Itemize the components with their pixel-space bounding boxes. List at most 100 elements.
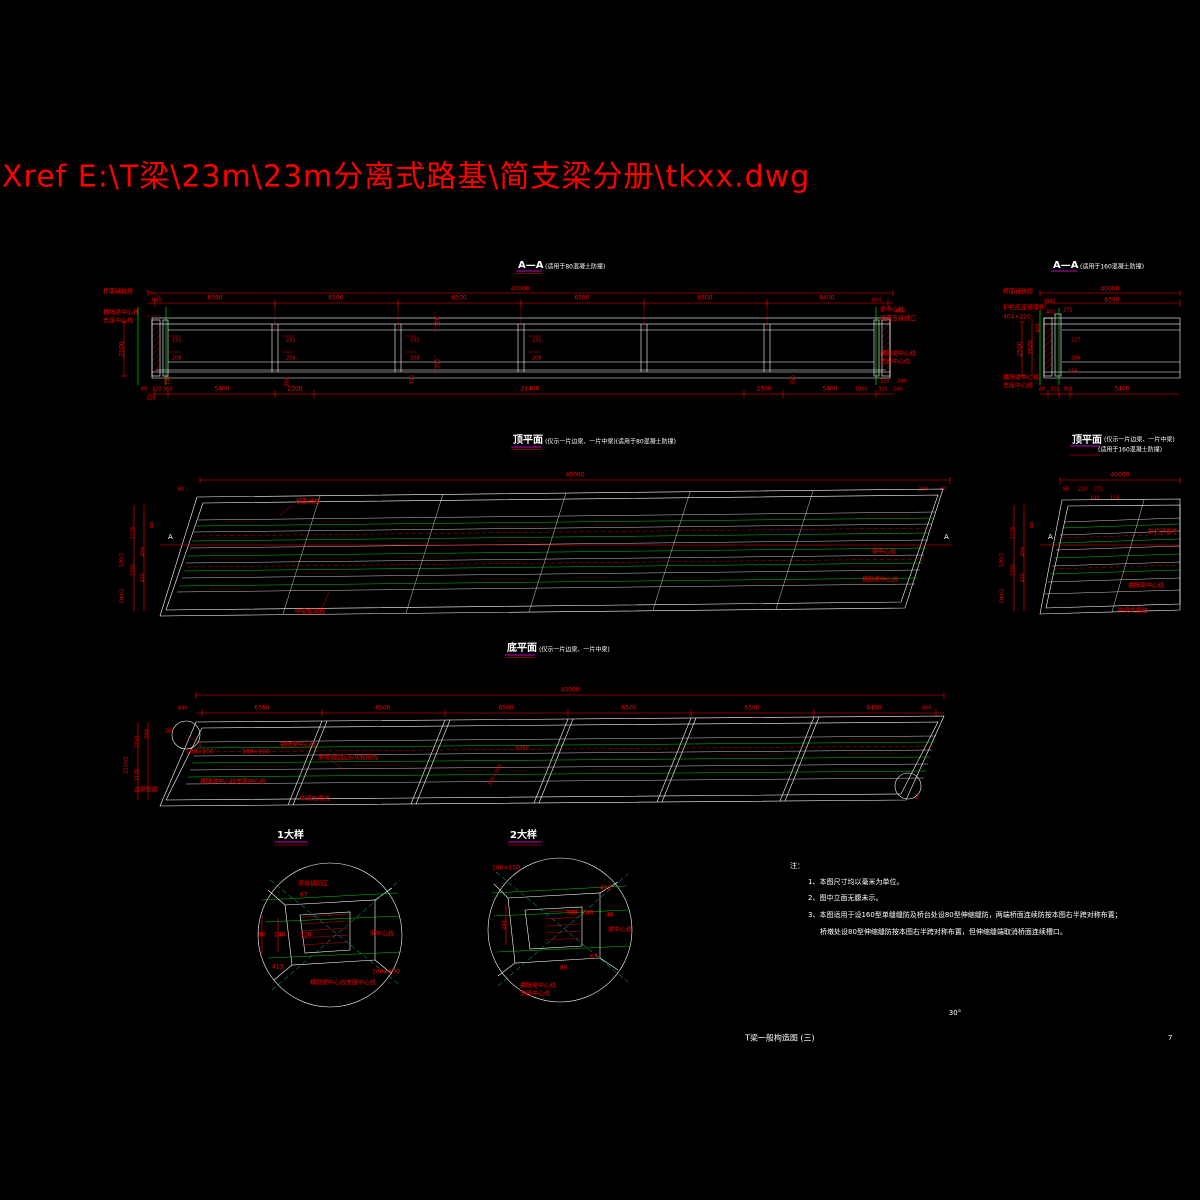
- svg-text:320: 320: [1050, 387, 1060, 393]
- svg-text:80: 80: [1063, 487, 1069, 493]
- svg-text:2300: 2300: [756, 386, 771, 393]
- svg-text:350: 350: [791, 375, 797, 385]
- top-plan-right-deck: [1039, 498, 1181, 615]
- svg-text:梁中心线: 梁中心线: [872, 548, 896, 556]
- dim-seg: 6500: [451, 295, 466, 302]
- svg-text:360: 360: [1063, 387, 1073, 393]
- svg-text:80: 80: [560, 965, 568, 972]
- svg-text:2250: 2250: [131, 564, 137, 577]
- svg-text:40: 40: [1030, 522, 1036, 528]
- bottom-plan-note: (仅示一片边梁、一片中梁): [539, 646, 610, 654]
- svg-text:6500: 6500: [375, 705, 390, 712]
- svg-text:边梁轮廓: 边梁轮廓: [134, 786, 158, 794]
- label-support-center: 支座中心线: [103, 317, 133, 325]
- svg-text:40000: 40000: [1100, 286, 1119, 293]
- xref-path-text: Xref E:\T梁\23m\23m分离式路基\简支梁分册\tkxx.dwg: [2, 160, 810, 195]
- svg-text:271: 271: [1094, 487, 1104, 493]
- svg-text:梁端锚固区: 梁端锚固区: [298, 880, 328, 888]
- dim-seg: 6400: [819, 295, 834, 302]
- svg-text:320: 320: [152, 387, 162, 393]
- svg-text:100×100: 100×100: [487, 764, 504, 787]
- svg-text:500/2: 500/2: [1000, 553, 1006, 567]
- svg-text:100×100: 100×100: [372, 969, 400, 976]
- svg-text:2500: 2500: [1017, 341, 1024, 356]
- svg-text:5400: 5400: [214, 386, 229, 393]
- svg-text:40: 40: [150, 522, 156, 528]
- aa-left-ext-lines: [274, 303, 768, 330]
- svg-text:支座中心线: 支座中心线: [520, 990, 550, 998]
- svg-text:100×100: 100×100: [492, 865, 520, 872]
- svg-text:151: 151: [165, 375, 171, 385]
- top-plan-left-deck: [159, 488, 944, 617]
- svg-text:横隔梁中心线: 横隔梁中心线: [280, 741, 316, 749]
- view-detail-1: 1大样 67 80 240 320 413 100×100 梁中心线 横隔梁中心…: [257, 828, 403, 1008]
- svg-text:240: 240: [893, 387, 903, 393]
- svg-text:支座中心线: 支座中心线: [880, 358, 910, 366]
- svg-text:2250: 2250: [135, 736, 141, 749]
- svg-text:208: 208: [410, 356, 420, 362]
- label-expansion-joint: 桥面连接缝口: [880, 315, 916, 323]
- bottom-plan-detail-calls: 1 2: [171, 720, 922, 801]
- detail-call-1: 1: [198, 742, 202, 749]
- svg-text:46: 46: [606, 912, 614, 919]
- top-plan-right-title: 顶平面: [1072, 434, 1102, 446]
- svg-text:2600: 2600: [1028, 339, 1035, 354]
- svg-text:40000: 40000: [1110, 472, 1129, 479]
- guard-size: 404×220: [1003, 314, 1031, 321]
- svg-text:横隔梁中心线: 横隔梁中心线: [880, 350, 916, 358]
- dim-seg: 6500: [328, 295, 343, 302]
- aa-left-girder: [137, 307, 891, 385]
- svg-text:6500: 6500: [621, 705, 636, 712]
- aa-left-note: (适用于80混凝土防撞): [545, 263, 605, 271]
- svg-text:208: 208: [286, 356, 296, 362]
- svg-text:400: 400: [141, 573, 147, 583]
- svg-text:横隔梁中心线支座中心线: 横隔梁中心线支座中心线: [200, 778, 266, 786]
- svg-text:2250: 2250: [1011, 564, 1017, 577]
- section-mark-a-left: A: [168, 533, 173, 541]
- note-item: 3、本图适用于设160型单缝缝防及桥台处设80型伸缩缝防，两端桥面连续防按本图右…: [808, 910, 1122, 919]
- svg-text:208: 208: [172, 356, 182, 362]
- svg-text:6500: 6500: [744, 705, 759, 712]
- svg-text:206: 206: [1071, 356, 1081, 362]
- dim-seg: 6500: [697, 295, 712, 302]
- note-item: 桥墩处设80型伸缩缝防按本图右半跨对称布置，但伸缩缝端取消桥面连续槽口。: [820, 927, 1067, 936]
- svg-text:6400: 6400: [866, 705, 881, 712]
- svg-text:400: 400: [1021, 573, 1027, 583]
- svg-text:5400: 5400: [822, 386, 837, 393]
- detail2-title: 2大样: [510, 828, 537, 841]
- svg-text:100×100: 100×100: [186, 749, 214, 756]
- aa-right-bottom-chain: 80 320 360 5400: [1039, 386, 1180, 398]
- aa-left-top-chain: 6360 6500 6500 6500 6500 6400: [154, 295, 889, 307]
- svg-text:2500: 2500: [119, 341, 126, 356]
- svg-text:梁端锚固区齿块轮廓线: 梁端锚固区齿块轮廓线: [318, 754, 378, 762]
- aa-left-end-600: 600: [872, 298, 882, 304]
- label-deck-line: 桥面铺装线: [103, 288, 133, 296]
- svg-text:21400: 21400: [520, 386, 539, 393]
- svg-text:100×100: 100×100: [242, 749, 270, 756]
- svg-text:横隔梁中心线: 横隔梁中心线: [1128, 582, 1164, 590]
- svg-text:护栏预埋件: 护栏预埋件: [1148, 528, 1178, 536]
- label-bearing-center: 横隔梁中心线: [103, 309, 139, 317]
- svg-text:400: 400: [1036, 323, 1042, 333]
- detail1-title: 1大样: [277, 828, 304, 841]
- svg-text:横隔梁中心线: 横隔梁中心线: [520, 982, 556, 990]
- svg-text:中梁轮廓线: 中梁轮廓线: [1118, 607, 1148, 615]
- section-mark-a-right: A: [944, 533, 949, 541]
- aa-right-title: A—A: [1053, 260, 1079, 271]
- svg-text:梁中心线: 梁中心线: [608, 926, 632, 934]
- view-bottom-plan: 底平面 (仅示一片边梁、一片中梁) 40000 6360 6500 6500 6…: [124, 641, 945, 807]
- svg-text:240: 240: [502, 920, 508, 930]
- svg-text:桥面铺装线: 桥面铺装线: [1003, 288, 1033, 296]
- svg-text:80: 80: [178, 487, 184, 493]
- svg-text:横隔梁中心线支座中心线: 横隔梁中心线支座中心线: [310, 979, 376, 987]
- svg-text:支座中心线: 支座中心线: [1003, 382, 1033, 390]
- aa-left-end-840: 840: [152, 298, 162, 304]
- detail1-labels: 67 80 240 320 413 100×100 梁中心线 横隔梁中心线支座中…: [258, 880, 400, 987]
- svg-text:67: 67: [590, 954, 598, 961]
- svg-text:350: 350: [436, 359, 442, 369]
- view-aa-left: A—A (适用于80混凝土防撞) 40000 6360 6500 6500 65…: [103, 260, 916, 402]
- svg-text:240: 240: [897, 379, 907, 385]
- svg-text:240: 240: [274, 932, 286, 939]
- top-plan-left-vdims: 1125 2250 400 400 40 500/2 500/2: [120, 505, 156, 612]
- svg-text:220: 220: [1078, 487, 1088, 493]
